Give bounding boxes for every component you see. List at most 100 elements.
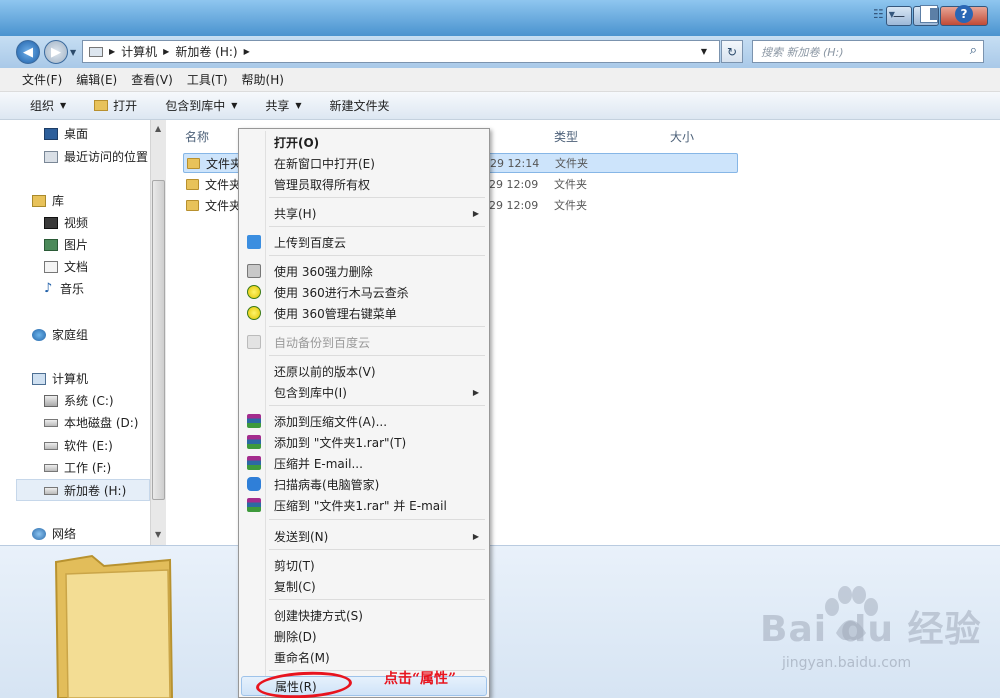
nav-desktop[interactable]: 桌面 — [44, 125, 88, 142]
scroll-thumb[interactable] — [152, 180, 165, 500]
menu-tools[interactable]: 工具(T) — [187, 71, 228, 88]
include-label: 包含到库中 — [165, 99, 226, 113]
menu-item-upload-baidu[interactable]: 上传到百度云 — [241, 232, 487, 252]
recent-places-icon — [44, 150, 58, 163]
menu-label: 删除(D) — [274, 629, 317, 644]
menu-item-scan-virus[interactable]: 扫描病毒(电脑管家) — [241, 474, 487, 494]
nav-computer[interactable]: 计算机 — [32, 370, 88, 387]
nav-documents[interactable]: 文档 — [44, 258, 88, 275]
menu-item-open-new-window[interactable]: 在新窗口中打开(E) — [241, 153, 487, 173]
menu-item-auto-backup-baidu: 自动备份到百度云 — [241, 332, 487, 352]
file-type: 文件夹 — [554, 199, 587, 212]
menu-item-360-force-delete[interactable]: 使用 360强力删除 — [241, 261, 487, 281]
nav-recent-places[interactable]: 最近访问的位置 — [44, 148, 148, 165]
view-options-button[interactable]: ☷ ▼ — [866, 5, 902, 23]
window-titlebar — [0, 0, 1000, 36]
menu-bar: 文件(F) 编辑(E) 查看(V) 工具(T) 帮助(H) — [0, 68, 1000, 92]
folder-icon — [186, 199, 199, 211]
nav-drive-e[interactable]: 软件 (E:) — [44, 437, 113, 454]
column-header-name[interactable]: 名称 — [185, 128, 209, 145]
nav-drive-d[interactable]: 本地磁盘 (D:) — [44, 414, 138, 431]
hard-drive-icon — [44, 486, 58, 495]
chevron-down-icon: ▼ — [231, 101, 238, 110]
menu-item-delete[interactable]: 删除(D) — [241, 626, 487, 646]
menu-file[interactable]: 文件(F) — [22, 71, 62, 88]
menu-item-open[interactable]: 打开(O) — [241, 132, 487, 152]
annotation-text: 点击“属性” — [384, 671, 457, 687]
hard-drive-icon — [44, 463, 58, 472]
nav-homegroup[interactable]: 家庭组 — [32, 326, 88, 343]
menu-label: 包含到库中(I) — [274, 385, 347, 400]
address-bar[interactable]: ▶ 计算机 ▶ 新加卷 (H:) ▶ ▼ — [82, 40, 720, 63]
open-button[interactable]: 打开 — [94, 97, 137, 114]
menu-view[interactable]: 查看(V) — [131, 71, 173, 88]
refresh-button[interactable]: ↻ — [721, 40, 743, 63]
breadcrumb-drive-h[interactable]: 新加卷 (H:) — [175, 43, 237, 60]
scroll-down-icon[interactable]: ▼ — [155, 530, 161, 539]
music-icon: ♪ — [44, 280, 53, 296]
organize-button[interactable]: 组织 ▼ — [30, 97, 66, 114]
scroll-up-icon[interactable]: ▲ — [155, 124, 161, 133]
menu-item-compress-email[interactable]: 压缩并 E-mail... — [241, 453, 487, 473]
nav-label: 新加卷 (H:) — [64, 484, 127, 498]
back-button[interactable]: ◀ — [16, 40, 40, 64]
menu-label: 打开(O) — [274, 135, 320, 150]
nav-label: 工作 (F:) — [64, 461, 112, 475]
video-icon — [44, 216, 58, 229]
menu-item-take-ownership[interactable]: 管理员取得所有权 — [241, 174, 487, 194]
help-button[interactable]: ? — [955, 5, 973, 23]
menu-item-restore-versions[interactable]: 还原以前的版本(V) — [241, 361, 487, 381]
menu-item-add-to-rar[interactable]: 添加到 "文件夹1.rar"(T) — [241, 432, 487, 452]
context-menu: 打开(O) 在新窗口中打开(E) 管理员取得所有权 共享(H) ▶ 上传到百度云 … — [238, 128, 490, 698]
column-header-size[interactable]: 大小 — [670, 128, 694, 145]
library-icon — [32, 194, 46, 207]
breadcrumb-separator-icon: ▶ — [109, 47, 116, 56]
folder-icon — [187, 157, 200, 169]
menu-item-cut[interactable]: 剪切(T) — [241, 555, 487, 575]
breadcrumb-computer[interactable]: 计算机 — [121, 43, 157, 60]
nav-drive-h[interactable]: 新加卷 (H:) — [44, 482, 126, 499]
share-button[interactable]: 共享 ▼ — [265, 97, 301, 114]
search-icon[interactable]: ⌕ — [970, 43, 977, 58]
backup-icon — [247, 335, 261, 349]
address-dropdown-icon[interactable]: ▼ — [701, 47, 707, 56]
menu-label: 扫描病毒(电脑管家) — [274, 477, 380, 492]
menu-item-share[interactable]: 共享(H) ▶ — [241, 203, 487, 223]
system-drive-icon — [44, 394, 58, 407]
nav-videos[interactable]: 视频 — [44, 214, 88, 231]
nav-network[interactable]: 网络 — [32, 525, 76, 542]
menu-label: 在新窗口中打开(E) — [274, 156, 375, 171]
nav-drive-c[interactable]: 系统 (C:) — [44, 392, 114, 409]
computer-small-icon — [89, 46, 103, 57]
menu-item-include-library[interactable]: 包含到库中(I) ▶ — [241, 382, 487, 402]
column-header-type[interactable]: 类型 — [554, 128, 578, 145]
command-bar: 组织 ▼ 打开 包含到库中 ▼ 共享 ▼ 新建文件夹 — [0, 92, 1000, 120]
menu-item-add-archive[interactable]: 添加到压缩文件(A)... — [241, 411, 487, 431]
nav-drive-f[interactable]: 工作 (F:) — [44, 459, 111, 476]
nav-pictures[interactable]: 图片 — [44, 236, 88, 253]
preview-pane-button[interactable] — [920, 5, 938, 23]
menu-help[interactable]: 帮助(H) — [242, 71, 284, 88]
search-input[interactable]: 搜索 新加卷 (H:) ⌕ — [752, 40, 984, 63]
menu-item-create-shortcut[interactable]: 创建快捷方式(S) — [241, 605, 487, 625]
menu-label: 自动备份到百度云 — [274, 335, 371, 350]
menu-item-compress-rar-email[interactable]: 压缩到 "文件夹1.rar" 并 E-mail — [241, 495, 487, 515]
menu-item-copy[interactable]: 复制(C) — [241, 576, 487, 596]
nav-libraries[interactable]: 库 — [32, 192, 64, 209]
menu-edit[interactable]: 编辑(E) — [76, 71, 117, 88]
nav-scrollbar[interactable]: ▲ ▼ — [150, 120, 166, 545]
submenu-arrow-icon: ▶ — [472, 387, 479, 397]
nav-label: 库 — [52, 194, 65, 208]
forward-button[interactable]: ▶ — [44, 40, 68, 64]
submenu-arrow-icon: ▶ — [472, 208, 479, 218]
menu-item-rename[interactable]: 重命名(M) — [241, 647, 487, 667]
new-folder-button[interactable]: 新建文件夹 — [330, 97, 390, 114]
nav-music[interactable]: ♪ 音乐 — [44, 280, 84, 297]
recent-pages-chevron-icon[interactable]: ▼ — [70, 48, 76, 57]
menu-label: 创建快捷方式(S) — [274, 608, 363, 623]
hard-drive-icon — [44, 441, 58, 450]
menu-item-360-trojan-scan[interactable]: 使用 360进行木马云查杀 — [241, 282, 487, 302]
include-library-button[interactable]: 包含到库中 ▼ — [165, 97, 237, 114]
menu-item-send-to[interactable]: 发送到(N) ▶ — [241, 526, 487, 546]
menu-item-360-manage-menu[interactable]: 使用 360管理右键菜单 — [241, 303, 487, 323]
